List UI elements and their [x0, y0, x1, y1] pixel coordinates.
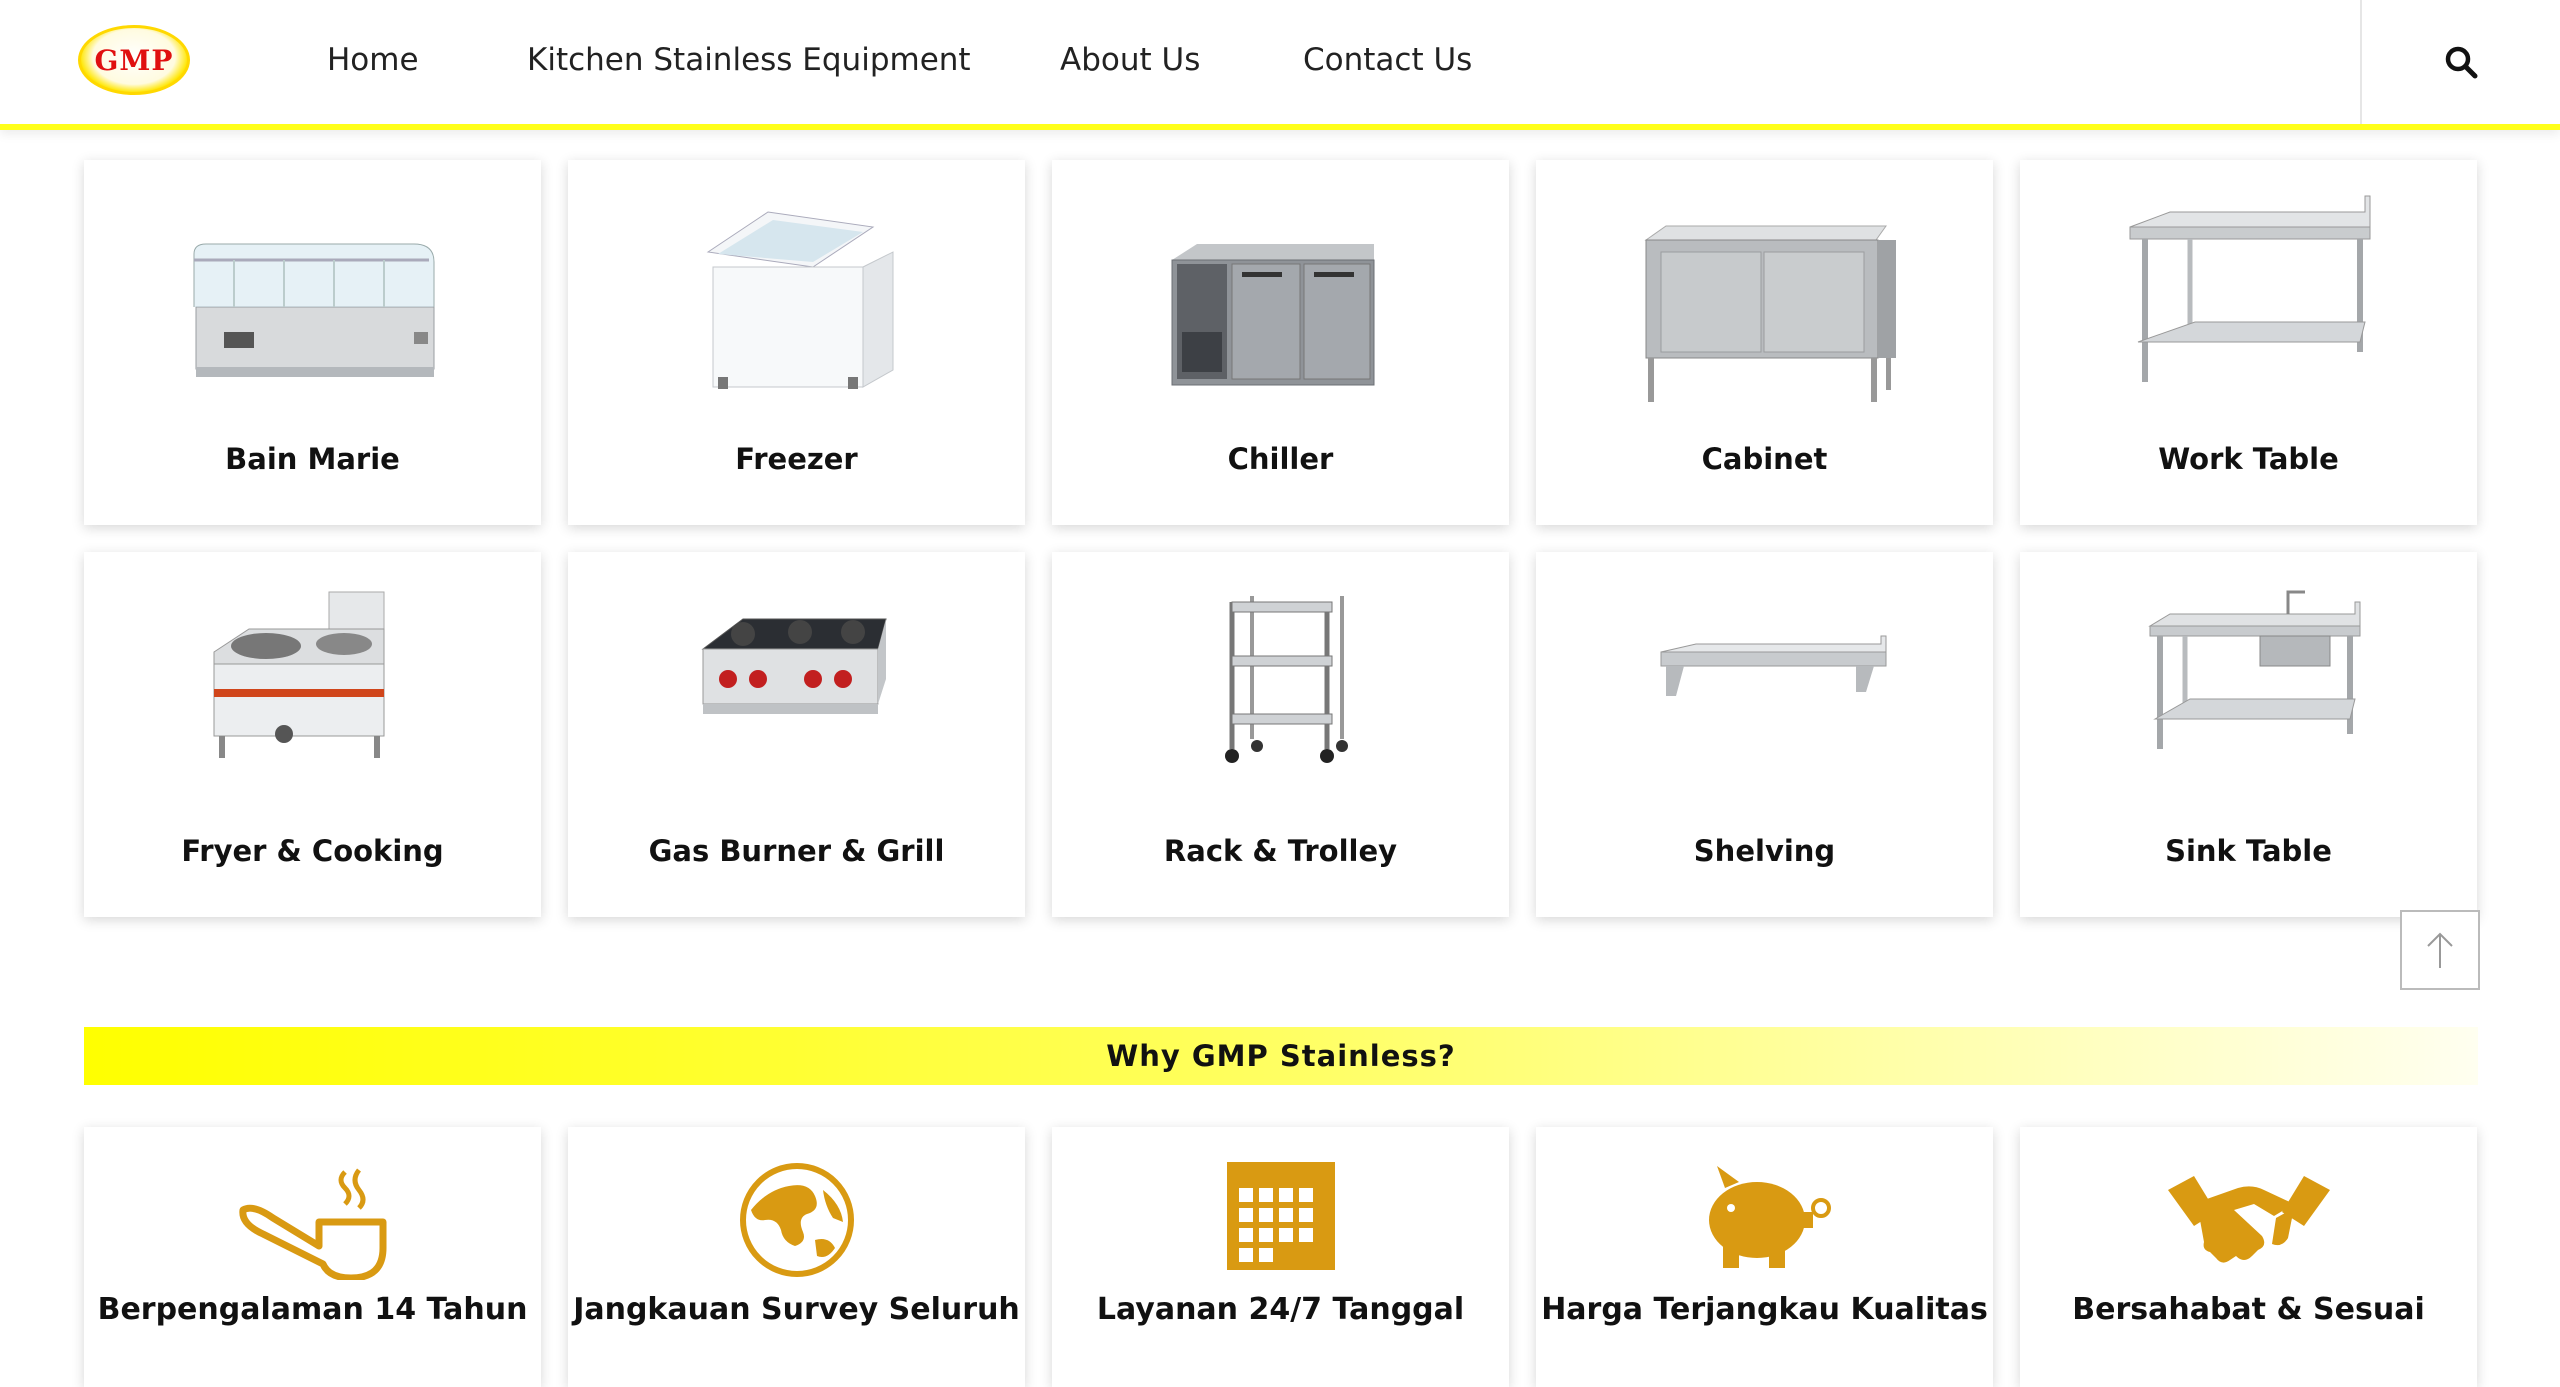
product-card-cabinet[interactable]: Cabinet	[1536, 160, 1993, 525]
product-label: Work Table	[2158, 442, 2339, 476]
product-card-sink-table[interactable]: Sink Table	[2020, 552, 2477, 917]
nav-kitchen-stainless-equipment[interactable]: Kitchen Stainless Equipment	[527, 42, 971, 78]
product-card-work-table[interactable]: Work Table	[2020, 160, 2477, 525]
why-gmp-title: Why GMP Stainless?	[1106, 1039, 1456, 1073]
feature-card-partner: Bersahabat & Sesuai	[2020, 1127, 2477, 1387]
globe-icon	[739, 1163, 854, 1277]
work-table-image	[2129, 195, 2371, 382]
product-label: Shelving	[1693, 834, 1836, 868]
nav-contact-us[interactable]: Contact Us	[1303, 42, 1472, 78]
product-card-freezer[interactable]: Freezer	[568, 160, 1025, 525]
product-label: Bain Marie	[225, 442, 400, 476]
feature-label: Bersahabat & Sesuai	[2072, 1292, 2425, 1327]
search-button[interactable]	[2360, 0, 2560, 124]
bain-marie-image	[193, 243, 435, 377]
feature-card-price: Harga Terjangkau Kualitas	[1536, 1127, 1993, 1387]
feature-card-experience: Berpengalaman 14 Tahun	[84, 1127, 541, 1387]
product-label: Sink Table	[2165, 834, 2332, 868]
product-label: Gas Burner & Grill	[648, 834, 945, 868]
freezer-image	[706, 211, 894, 389]
product-label: Cabinet	[1701, 442, 1828, 476]
fryer-cooking-image	[213, 591, 385, 758]
sink-table-image	[2148, 590, 2361, 749]
feature-label: Harga Terjangkau Kualitas	[1541, 1292, 1988, 1327]
product-card-gas-burner-grill[interactable]: Gas Burner & Grill	[568, 552, 1025, 917]
nav-home[interactable]: Home	[327, 42, 419, 78]
shelving-image	[1660, 635, 1887, 696]
gas-burner-grill-image	[701, 618, 887, 714]
back-to-top-button[interactable]	[2400, 910, 2480, 990]
feature-card-survey: Jangkauan Survey Seluruh	[568, 1127, 1025, 1387]
chiller-image	[1171, 244, 1375, 386]
logo-text: GMP	[94, 43, 174, 77]
product-card-bain-marie[interactable]: Bain Marie	[84, 160, 541, 525]
gmp-logo[interactable]: GMP	[78, 25, 190, 95]
product-label: Rack & Trolley	[1163, 834, 1398, 868]
nav-about-us[interactable]: About Us	[1060, 42, 1200, 78]
feature-label: Jangkauan Survey Seluruh	[573, 1292, 1020, 1327]
calendar-icon	[1226, 1162, 1335, 1270]
why-gmp-banner: Why GMP Stainless?	[84, 1027, 2478, 1085]
piggy-bank-icon	[1708, 1166, 1831, 1268]
product-label: Chiller	[1227, 442, 1334, 476]
product-card-shelving[interactable]: Shelving	[1536, 552, 1993, 917]
pipe-icon	[238, 1168, 386, 1280]
cabinet-image	[1644, 225, 1896, 402]
product-label: Freezer	[735, 442, 858, 476]
product-card-fryer-cooking[interactable]: Fryer & Cooking	[84, 552, 541, 917]
handshake-icon	[2167, 1176, 2330, 1263]
product-card-rack-trolley[interactable]: Rack & Trolley	[1052, 552, 1509, 917]
product-card-chiller[interactable]: Chiller	[1052, 160, 1509, 525]
product-label: Fryer & Cooking	[181, 834, 444, 868]
feature-label: Berpengalaman 14 Tahun	[97, 1292, 528, 1327]
arrow-up-icon	[2427, 932, 2453, 968]
search-icon	[2445, 46, 2478, 79]
feature-card-service: Layanan 24/7 Tanggal	[1052, 1127, 1509, 1387]
site-header: GMP Home Kitchen Stainless Equipment Abo…	[0, 0, 2560, 130]
rack-trolley-image	[1225, 596, 1348, 763]
feature-label: Layanan 24/7 Tanggal	[1096, 1292, 1465, 1327]
